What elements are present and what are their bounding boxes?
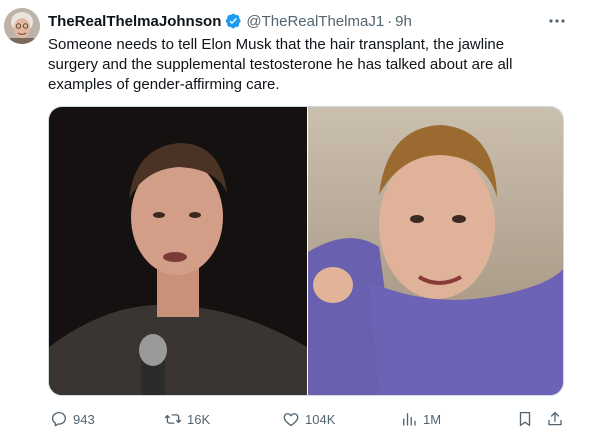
more-options-button[interactable]	[546, 10, 568, 32]
share-icon	[548, 411, 562, 426]
avatar[interactable]	[4, 8, 40, 44]
repost-button[interactable]: 16K	[164, 408, 210, 430]
repost-icon	[164, 414, 182, 424]
display-name[interactable]: TheRealThelmaJohnson	[48, 13, 221, 30]
share-button[interactable]	[544, 408, 566, 430]
reply-icon	[51, 411, 67, 427]
bookmark-icon	[519, 411, 531, 427]
tweet-media[interactable]: al	[48, 106, 564, 396]
media-image: al	[49, 107, 563, 395]
bookmark-button[interactable]	[514, 408, 536, 430]
verified-badge-icon	[226, 13, 242, 29]
action-bar: 943 16K 104K 1M	[48, 408, 564, 430]
views-count: 1M	[423, 411, 442, 427]
more-dots-icon	[549, 19, 565, 23]
reply-count: 943	[73, 411, 95, 427]
like-button[interactable]: 104K	[282, 408, 335, 430]
separator-dot: ·	[387, 12, 393, 30]
repost-count: 16K	[187, 411, 211, 427]
timestamp[interactable]: 9h	[395, 13, 412, 30]
like-count: 104K	[305, 411, 336, 427]
tweet-text: Someone needs to tell Elon Musk that the…	[48, 36, 513, 93]
views-button[interactable]: 1M	[400, 408, 441, 430]
tweet: TheRealThelmaJohnson @TheRealThelmaJ1 · …	[0, 0, 602, 445]
tweet-header: TheRealThelmaJohnson @TheRealThelmaJ1 · …	[48, 11, 412, 31]
handle[interactable]: @TheRealThelmaJ1	[246, 13, 384, 30]
views-icon	[403, 413, 416, 426]
like-icon	[283, 413, 299, 427]
reply-button[interactable]: 943	[50, 408, 95, 430]
